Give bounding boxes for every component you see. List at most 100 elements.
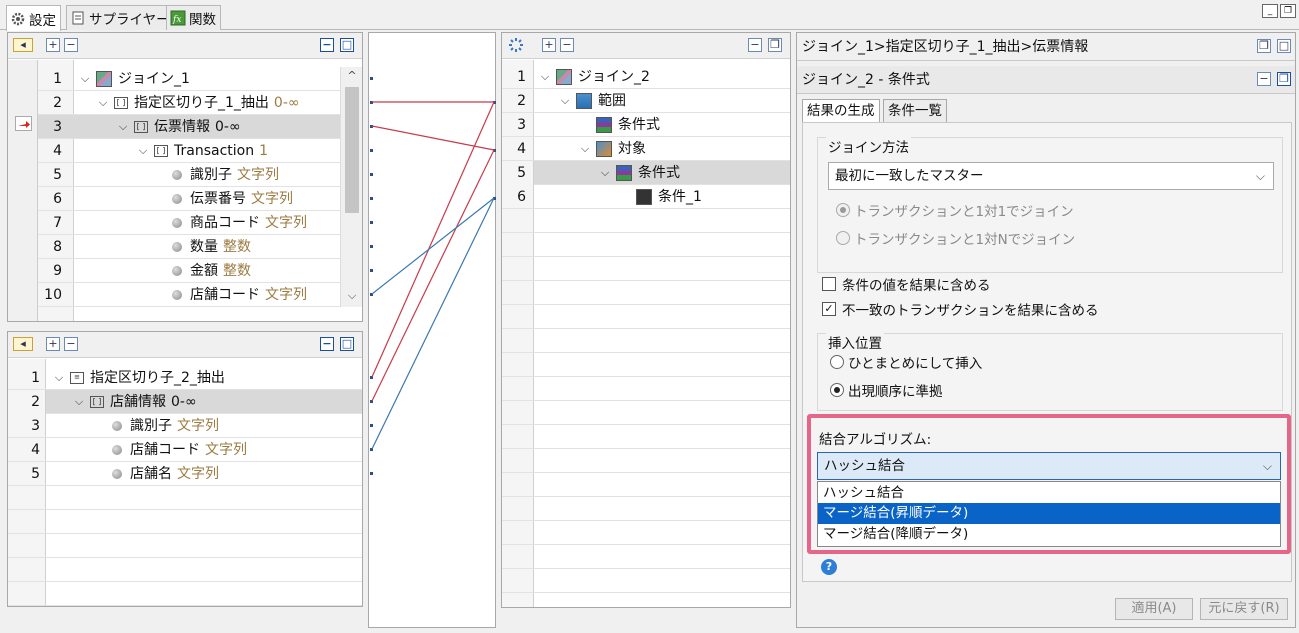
algorithm-label: 結合アルゴリズム:	[819, 432, 932, 448]
radio-insert-order[interactable]: 出現順序に準拠	[830, 380, 943, 400]
radio-one-to-one[interactable]: トランザクションと1対1でジョイン	[836, 200, 1074, 220]
minimize-panel-button[interactable]: −	[748, 38, 762, 52]
tree-row-selected[interactable]: 5 ⌵ 条件式	[517, 161, 790, 185]
maximize-panel-button[interactable]: □	[340, 38, 354, 52]
tree-row[interactable]: 4 店舗コード 文字列	[8, 438, 362, 462]
tree-row[interactable]: 5 店舗名 文字列	[8, 462, 362, 486]
collapse-all-button[interactable]: −	[560, 38, 574, 52]
tree-node-label: 指定区切り子_2_抽出	[90, 370, 225, 386]
minimize-button[interactable]: _	[1262, 4, 1278, 18]
tree-row[interactable]: 1 ⌵ ジョイン_1	[38, 67, 340, 91]
revert-button-label: 元に戻す(R)	[1208, 601, 1280, 616]
tree-row-selected[interactable]: 2 ⌵ [ ] 店舗情報 0-∞	[31, 390, 362, 414]
row-number: 1	[31, 370, 40, 386]
algorithm-select[interactable]: ハッシュ結合 ⌵	[817, 452, 1281, 480]
checkbox-include-condition[interactable]: 条件の値を結果に含める	[822, 274, 991, 294]
close-panel-button[interactable]: □	[1277, 39, 1291, 53]
properties-panel: ジョイン_1>指定区切り子_1_抽出>伝票情報 ❐ □ ジョイン_2 - 条件式…	[796, 32, 1296, 628]
tree-row[interactable]: 7 商品コード 文字列	[38, 211, 340, 235]
checkbox-include-mismatch-label: 不一致のトランザクションを結果に含める	[842, 303, 1099, 319]
expand-all-button[interactable]: +	[46, 38, 60, 52]
link-icon[interactable]: ◂	[13, 337, 33, 351]
algorithm-option[interactable]: ハッシュ結合	[818, 483, 1280, 503]
tab-condition-list[interactable]: 条件一覧	[883, 99, 947, 123]
apply-button[interactable]: 適用(A)	[1115, 598, 1193, 620]
tree-row	[502, 281, 790, 305]
tree-row[interactable]: 1 ⌵ ≡ 指定区切り子_2_抽出	[8, 366, 362, 390]
tree-node-label: Transaction	[174, 143, 255, 159]
row-number: 10	[44, 287, 62, 303]
tree-row[interactable]: 10 店舗コード 文字列	[38, 283, 340, 307]
tree-row[interactable]: 4 ⌵ [ ] Transaction 1	[38, 139, 340, 163]
tree-row[interactable]: 8 数量 整数	[38, 235, 340, 259]
link-icon[interactable]: ◂	[13, 38, 33, 52]
collapse-all-button[interactable]: −	[64, 337, 78, 351]
chevron-down-icon[interactable]: ⌵	[116, 115, 130, 139]
element-icon: [ ]	[134, 121, 148, 133]
condition-icon	[596, 117, 612, 133]
revert-button[interactable]: 元に戻す(R)	[1200, 598, 1288, 620]
tree-row[interactable]: 1 ⌵ ジョイン_2	[502, 65, 790, 89]
collapse-all-button[interactable]: −	[64, 38, 78, 52]
minimize-panel-button[interactable]: −	[1257, 72, 1271, 86]
tree-row[interactable]: 3 条件式	[502, 113, 790, 137]
radio-insert-together[interactable]: ひとまとめにして挿入	[830, 352, 982, 372]
checkbox-include-mismatch[interactable]: ✓ 不一致のトランザクションを結果に含める	[822, 299, 1099, 319]
row-number: 5	[517, 165, 526, 181]
mapping-arrow-icon[interactable]	[15, 116, 32, 131]
loading-icon[interactable]	[508, 37, 524, 53]
expand-all-button[interactable]: +	[46, 337, 60, 351]
tree-row[interactable]: 9 金額 整数	[38, 259, 340, 283]
tree-row[interactable]: 6 伝票番号 文字列	[38, 187, 340, 211]
scrollbar-thumb[interactable]	[345, 87, 359, 213]
scroll-down-icon[interactable]: ⌵	[344, 289, 360, 303]
chevron-down-icon[interactable]: ⌵	[52, 366, 66, 390]
maximize-panel-button[interactable]: □	[340, 337, 354, 351]
maximize-panel-button[interactable]: ❐	[1277, 72, 1291, 86]
tab-condition-list-label: 条件一覧	[888, 103, 942, 119]
vertical-scrollbar[interactable]: ^ ⌵	[340, 67, 362, 307]
tree-row	[502, 401, 790, 425]
element-icon: [ ]	[90, 396, 104, 408]
chevron-down-icon[interactable]: ⌵	[558, 89, 572, 113]
chevron-down-icon[interactable]: ⌵	[598, 161, 612, 185]
join-method-select[interactable]: 最初に一致したマスター ⌵	[828, 162, 1274, 190]
tree-row	[502, 257, 790, 281]
tree-row[interactable]: 6 条件_1	[502, 185, 790, 209]
chevron-down-icon[interactable]: ⌵	[96, 91, 110, 115]
chevron-down-icon[interactable]: ⌵	[72, 390, 86, 414]
algorithm-option-highlighted[interactable]: マージ結合(昇順データ)	[818, 503, 1280, 524]
expand-all-button[interactable]: +	[542, 38, 556, 52]
chevron-down-icon[interactable]: ⌵	[578, 137, 592, 161]
minimize-panel-button[interactable]: −	[320, 38, 334, 52]
tree-row-selected[interactable]: 3 ⌵ [ ] 伝票情報 0-∞	[38, 115, 340, 139]
chevron-down-icon[interactable]: ⌵	[78, 67, 92, 91]
tree-row[interactable]: 2 ⌵ 範囲	[502, 89, 790, 113]
field-icon	[172, 194, 182, 204]
tab-supplier[interactable]: サプライヤー	[66, 5, 175, 30]
radio-one-to-n[interactable]: トランザクションと1対Nでジョイン	[836, 228, 1075, 248]
restore-panel-button[interactable]: ❐	[1257, 39, 1271, 53]
transaction-toolbar: ◂ + − − □	[8, 33, 362, 59]
minimize-panel-button[interactable]: −	[320, 337, 334, 351]
chevron-down-icon[interactable]: ⌵	[538, 65, 552, 89]
radio-insert-together-label: ひとまとめにして挿入	[848, 356, 983, 372]
target-icon	[596, 141, 612, 157]
tree-node-label: 金額	[190, 263, 218, 279]
chevron-down-icon[interactable]: ⌵	[136, 139, 150, 163]
tab-settings[interactable]: 設定	[6, 5, 61, 31]
tree-node-type: 整数	[223, 239, 251, 255]
tree-row	[8, 510, 362, 534]
tree-row	[8, 486, 362, 510]
tab-result-generation[interactable]: 結果の生成	[802, 99, 880, 123]
tree-row[interactable]: 5 識別子 文字列	[38, 163, 340, 187]
algorithm-option[interactable]: マージ結合(降順データ)	[818, 524, 1280, 545]
tree-row[interactable]: 2 ⌵ [ ] 指定区切り子_1_抽出 0-∞	[38, 91, 340, 115]
help-icon[interactable]: ?	[821, 559, 837, 575]
tab-functions[interactable]: fx 関数	[166, 5, 221, 30]
restore-button[interactable]: ❐	[1280, 4, 1296, 18]
tree-row[interactable]: 3 識別子 文字列	[8, 414, 362, 438]
scroll-up-icon[interactable]: ^	[344, 69, 360, 83]
tree-row[interactable]: 4 ⌵ 対象	[502, 137, 790, 161]
restore-panel-button[interactable]: ❐	[768, 38, 782, 52]
